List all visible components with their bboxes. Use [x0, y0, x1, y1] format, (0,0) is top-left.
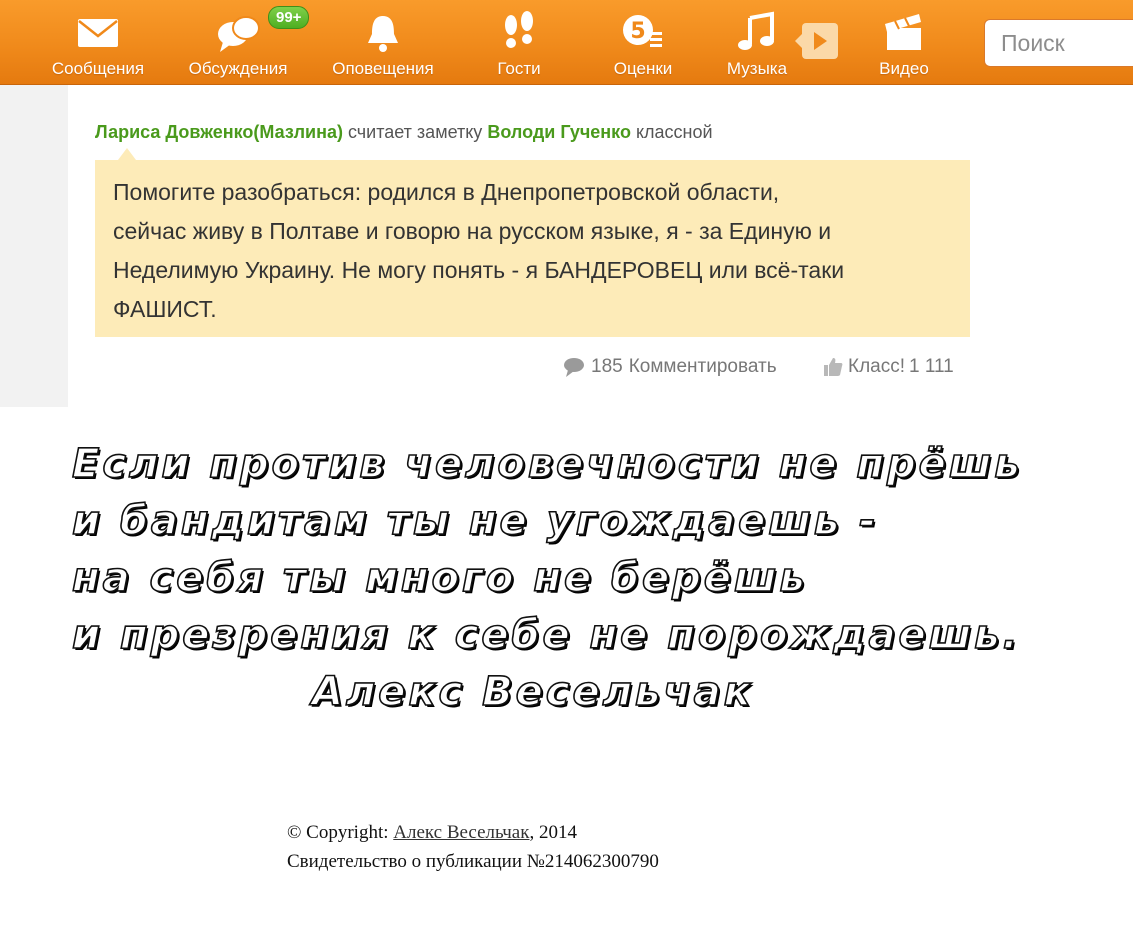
rating-five-icon: 5 — [623, 15, 662, 47]
poem-block: Если против человечности не прёшь и банд… — [71, 436, 1032, 721]
publication-certificate: Свидетельство о публикации №214062300790 — [287, 851, 659, 872]
nav-video[interactable]: Видео — [876, 0, 932, 84]
comment-button[interactable]: 185 Комментировать — [563, 356, 777, 378]
chat-bubbles-icon — [218, 16, 260, 52]
envelope-icon — [78, 19, 118, 47]
note-text-line: Помогите разобраться: родился в Днепропе… — [113, 179, 780, 205]
action-text: считает заметку — [347, 122, 483, 142]
note-card[interactable]: Помогите разобраться: родился в Днепропе… — [95, 160, 970, 337]
note-text-line: сейчас живу в Полтаве и говорю на русско… — [113, 218, 832, 244]
nav-music-label: Музыка — [726, 59, 788, 78]
like-label: Класс! — [848, 356, 905, 377]
discussions-count-badge: 99+ — [268, 6, 310, 29]
poem-line: и бандитам ты не угождаешь - — [71, 497, 879, 545]
nav-video-label: Видео — [879, 59, 929, 78]
author-link[interactable]: Лариса Довженко(Мазлина) — [95, 122, 343, 142]
footprints-icon — [505, 11, 533, 48]
comment-bubble-icon — [564, 358, 584, 377]
like-count: 1 111 — [909, 356, 954, 377]
nav-guests-label: Гости — [497, 59, 541, 78]
note-owner-link[interactable]: Володи Гученко — [487, 122, 631, 142]
feed-event-header: Лариса Довженко(Мазлина) считает заметку… — [95, 122, 713, 143]
copyright-year: , 2014 — [529, 822, 577, 843]
top-navigation-bar: Сообщения Обсуждения 99+ Оповещения Гост… — [0, 0, 1133, 85]
copyright-block: © Copyright: Алекс Весельчак, 2014 Свиде… — [287, 818, 659, 876]
poem-line: на себя ты много не берёшь — [71, 554, 808, 602]
nav-notifications-label: Оповещения — [332, 59, 434, 78]
feed-left-gutter — [0, 85, 69, 407]
note-text-line: Неделимую Украину. Не могу понять - я БА… — [113, 257, 845, 283]
nav-music[interactable]: Музыка — [726, 0, 788, 84]
svg-text:5: 5 — [630, 19, 645, 44]
note-text-line: ФАШИСТ. — [113, 296, 217, 322]
copyright-prefix: © Copyright: — [287, 822, 389, 843]
action-suffix: классной — [635, 122, 713, 142]
nav-notifications[interactable]: Оповещения — [330, 0, 436, 84]
bell-icon — [368, 16, 398, 52]
copyright-author-link[interactable]: Алекс Весельчак — [393, 822, 529, 843]
nav-ratings-label: Оценки — [613, 59, 673, 78]
poem-line: и презрения к себе не порождаешь. — [71, 611, 1021, 659]
comments-count: 185 — [591, 356, 623, 377]
nav-ratings[interactable]: 5 Оценки — [612, 0, 674, 84]
like-button[interactable]: Класс! 1 111 — [822, 356, 954, 378]
poem-line: Если против человечности не прёшь — [71, 440, 1023, 488]
search-input[interactable] — [984, 19, 1133, 67]
poem-author: Алекс Весельчак — [311, 668, 754, 716]
nav-messages-label: Сообщения — [51, 59, 145, 78]
clapperboard-icon — [885, 14, 921, 50]
music-play-button-icon[interactable] — [795, 22, 839, 60]
music-note-icon — [738, 11, 774, 50]
nav-guests[interactable]: Гости — [492, 0, 546, 84]
nav-discussions-label: Обсуждения — [188, 59, 288, 78]
thumbs-up-icon — [824, 358, 843, 376]
comment-label: Комментировать — [628, 356, 777, 377]
copyright-line: © Copyright: Алекс Весельчак, 2014 — [287, 818, 659, 847]
nav-messages[interactable]: Сообщения — [48, 0, 148, 84]
note-pointer — [118, 148, 136, 160]
